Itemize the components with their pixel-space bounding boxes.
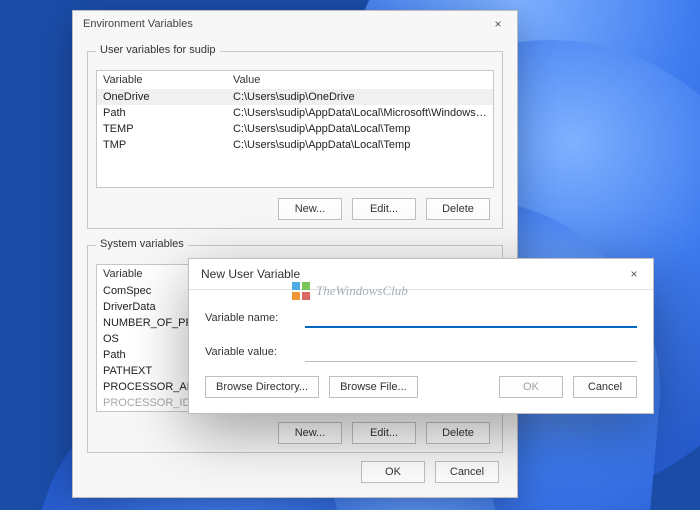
new-button[interactable]: New... (278, 422, 342, 444)
sys-vars-legend: System variables (96, 238, 188, 250)
user-vars-legend: User variables for sudip (96, 44, 220, 56)
env-vars-title: Environment Variables (83, 18, 193, 30)
table-header-row: Variable Value (97, 71, 493, 89)
new-user-variable-dialog: New User Variable × Variable name: Varia… (188, 258, 654, 414)
col-value: Value (227, 71, 493, 89)
ok-button[interactable]: OK (361, 461, 425, 483)
edit-button[interactable]: Edit... (352, 422, 416, 444)
edit-button[interactable]: Edit... (352, 198, 416, 220)
var-name-input[interactable] (305, 308, 637, 328)
table-row[interactable]: TEMP C:\Users\sudip\AppData\Local\Temp (97, 121, 493, 137)
modal-titlebar: New User Variable × (189, 259, 653, 290)
env-vars-titlebar: Environment Variables × (73, 11, 517, 35)
browse-directory-button[interactable]: Browse Directory... (205, 376, 319, 398)
var-value-label: Variable value: (205, 346, 305, 358)
var-value-input[interactable] (305, 342, 637, 362)
cancel-button[interactable]: Cancel (573, 376, 637, 398)
close-icon[interactable]: × (623, 265, 645, 283)
delete-button[interactable]: Delete (426, 422, 490, 444)
new-button[interactable]: New... (278, 198, 342, 220)
var-name-label: Variable name: (205, 312, 305, 324)
table-row[interactable]: OneDrive C:\Users\sudip\OneDrive (97, 89, 493, 105)
user-vars-group: User variables for sudip Variable Value … (87, 51, 503, 229)
close-icon[interactable]: × (487, 15, 509, 33)
modal-title: New User Variable (201, 267, 300, 281)
ok-button[interactable]: OK (499, 376, 563, 398)
col-variable: Variable (97, 71, 227, 89)
table-row[interactable]: Path C:\Users\sudip\AppData\Local\Micros… (97, 105, 493, 121)
user-vars-buttons: New... Edit... Delete (96, 188, 494, 220)
dialog-bottom-buttons: OK Cancel (87, 453, 503, 485)
table-row[interactable]: TMP C:\Users\sudip\AppData\Local\Temp (97, 137, 493, 153)
browse-file-button[interactable]: Browse File... (329, 376, 418, 398)
user-vars-table[interactable]: Variable Value OneDrive C:\Users\sudip\O… (96, 70, 494, 188)
sys-vars-buttons: New... Edit... Delete (96, 412, 494, 444)
env-vars-dialog: Environment Variables × User variables f… (72, 10, 518, 498)
delete-button[interactable]: Delete (426, 198, 490, 220)
cancel-button[interactable]: Cancel (435, 461, 499, 483)
